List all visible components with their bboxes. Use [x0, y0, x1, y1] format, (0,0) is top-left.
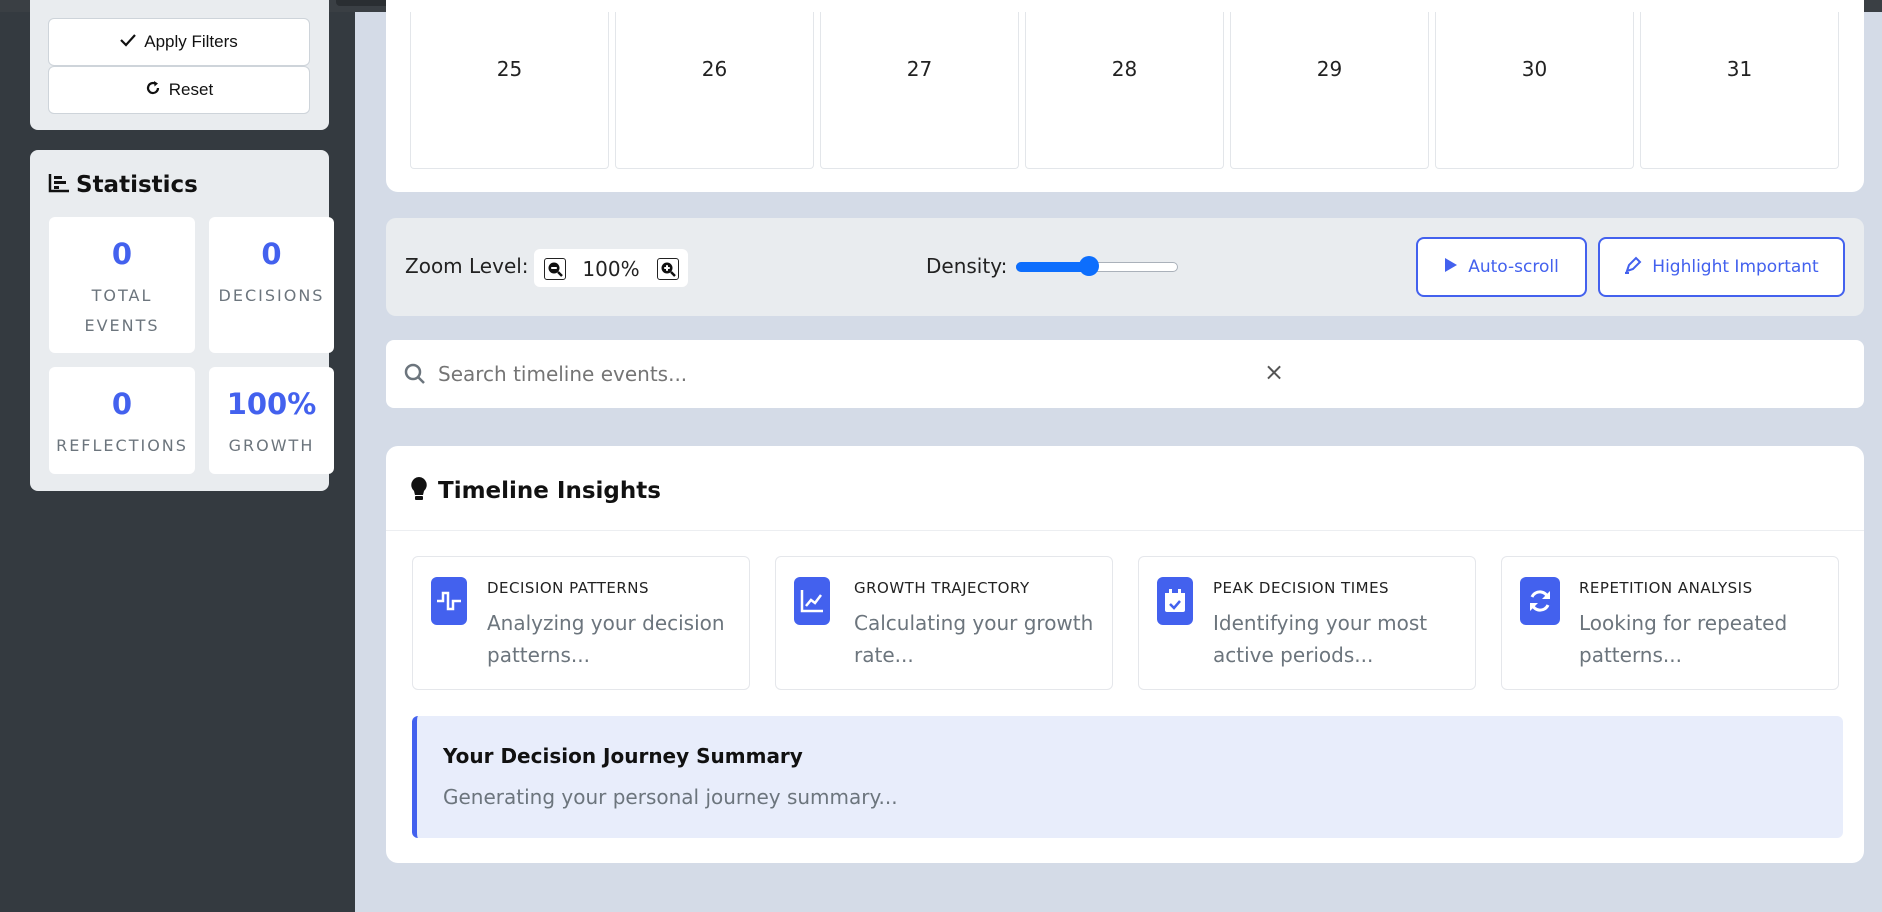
- calendar-day[interactable]: 31: [1640, 12, 1839, 169]
- play-icon: [1444, 257, 1458, 278]
- filters-panel: Apply Filters Reset: [30, 0, 329, 130]
- day-number: 29: [1316, 57, 1343, 81]
- insight-card-peak-decision-times: PEAK DECISION TIMES Identifying your mos…: [1138, 556, 1476, 690]
- bar-chart-icon: [48, 173, 70, 197]
- stat-label: TOTAL EVENTS: [84, 286, 160, 335]
- insight-card-repetition-analysis: REPETITION ANALYSIS Looking for repeated…: [1501, 556, 1839, 690]
- density-slider[interactable]: [1016, 256, 1178, 276]
- day-number: 25: [496, 57, 523, 81]
- stat-reflections: 0 REFLECTIONS: [49, 367, 195, 474]
- timeline-insights: Timeline Insights DECISION PATTERNS Anal…: [386, 446, 1864, 863]
- day-number: 27: [906, 57, 933, 81]
- stat-value: 0: [261, 237, 282, 271]
- day-number: 30: [1521, 57, 1548, 81]
- statistics-panel: Statistics 0 TOTAL EVENTS 0 DECISIONS 0 …: [30, 150, 334, 491]
- insight-text: Looking for repeated patterns...: [1579, 611, 1788, 667]
- statistics-header: Statistics: [48, 172, 198, 198]
- slider-fill: [1016, 262, 1089, 272]
- reset-button[interactable]: Reset: [48, 66, 310, 114]
- highlight-important-button[interactable]: Highlight Important: [1598, 237, 1845, 297]
- stat-value: 0: [111, 237, 133, 271]
- insight-title: DECISION PATTERNS: [487, 579, 650, 597]
- apply-filters-button[interactable]: Apply Filters: [48, 18, 310, 66]
- statistics-title: Statistics: [76, 172, 198, 198]
- insight-title: PEAK DECISION TIMES: [1213, 579, 1390, 597]
- insight-text: Calculating your growth rate...: [854, 611, 1094, 667]
- search-bar: ×: [386, 340, 1864, 408]
- summary-text: Generating your personal journey summary…: [443, 785, 898, 809]
- calendar-day[interactable]: 25: [410, 12, 609, 169]
- stat-value: 100%: [226, 387, 317, 421]
- calendar-card: 25 26 27 28 29 30 31: [386, 0, 1864, 192]
- density-label: Density:: [926, 254, 1008, 278]
- insight-text: Analyzing your decision patterns...: [487, 611, 725, 667]
- insight-card-decision-patterns: DECISION PATTERNS Analyzing your decisio…: [412, 556, 750, 690]
- auto-scroll-button[interactable]: Auto-scroll: [1416, 237, 1587, 297]
- divider: [386, 530, 1864, 531]
- summary-title: Your Decision Journey Summary: [443, 744, 803, 768]
- refresh-icon: [1520, 577, 1560, 625]
- zoom-label: Zoom Level:: [405, 254, 529, 278]
- auto-scroll-label: Auto-scroll: [1468, 257, 1559, 277]
- reset-label: Reset: [168, 80, 214, 99]
- insights-title: Timeline Insights: [438, 478, 661, 504]
- lightbulb-icon: [410, 476, 428, 506]
- day-number: 28: [1111, 57, 1138, 81]
- calendar-day[interactable]: 27: [820, 12, 1019, 169]
- stat-label: REFLECTIONS: [56, 436, 188, 455]
- insights-header: Timeline Insights: [410, 476, 661, 506]
- pulse-icon: [431, 577, 467, 625]
- stat-total-events: 0 TOTAL EVENTS: [49, 217, 195, 353]
- reset-icon: [145, 80, 161, 101]
- calendar-check-icon: [1157, 577, 1193, 625]
- calendar-day[interactable]: 26: [615, 12, 814, 169]
- zoom-in-icon: [658, 262, 678, 283]
- calendar-day[interactable]: 29: [1230, 12, 1429, 169]
- search-input[interactable]: [436, 356, 1220, 392]
- clear-search-button[interactable]: ×: [1264, 358, 1284, 386]
- check-icon: [120, 32, 137, 52]
- journey-summary: Your Decision Journey Summary Generating…: [412, 716, 1843, 838]
- insight-title: GROWTH TRAJECTORY: [854, 579, 1030, 597]
- calendar-day[interactable]: 30: [1435, 12, 1634, 169]
- insight-text: Identifying your most active periods...: [1213, 611, 1428, 667]
- day-number: 26: [701, 57, 728, 81]
- calendar-day[interactable]: 28: [1025, 12, 1224, 169]
- apply-filters-label: Apply Filters: [144, 32, 238, 51]
- timeline-controls: Zoom Level: 100% Density: Auto-scroll Hi…: [386, 218, 1864, 316]
- zoom-control: 100%: [534, 249, 688, 287]
- search-icon: [404, 363, 426, 389]
- stat-growth: 100% GROWTH: [209, 367, 334, 474]
- line-chart-icon: [794, 577, 830, 625]
- zoom-in-button[interactable]: [657, 258, 679, 280]
- stat-decisions: 0 DECISIONS: [209, 217, 334, 353]
- insight-card-growth-trajectory: GROWTH TRAJECTORY Calculating your growt…: [775, 556, 1113, 690]
- stat-label: GROWTH: [228, 436, 315, 455]
- stat-label: DECISIONS: [218, 286, 325, 305]
- highlight-label: Highlight Important: [1652, 257, 1819, 277]
- slider-thumb[interactable]: [1079, 256, 1099, 276]
- insight-title: REPETITION ANALYSIS: [1579, 579, 1753, 597]
- day-number: 31: [1726, 57, 1753, 81]
- stat-value: 0: [111, 387, 133, 421]
- highlighter-icon: [1624, 256, 1642, 279]
